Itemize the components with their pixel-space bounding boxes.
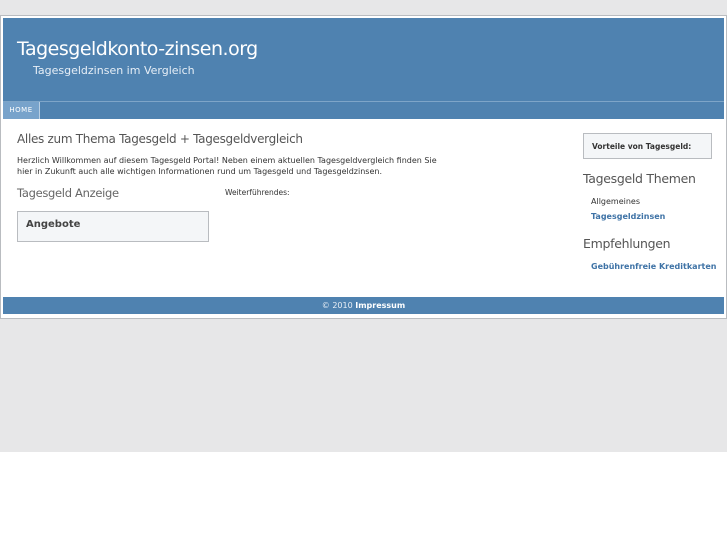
site-header: Tagesgeldkonto-zinsen.org Tagesgeldzinse… <box>3 18 724 101</box>
site-title[interactable]: Tagesgeldkonto-zinsen.org <box>17 38 258 60</box>
main-nav: HOME <box>3 101 724 119</box>
sidebar-item-tagesgeldzinsen[interactable]: Tagesgeldzinsen <box>591 212 665 221</box>
copyright-text: © 2010 <box>321 301 353 310</box>
intro-text: Herzlich Willkommen auf diesem Tagesgeld… <box>17 156 437 176</box>
further-reading-label: Weiterführendes: <box>225 188 290 197</box>
ad-section-title: Tagesgeld Anzeige <box>17 186 119 200</box>
recommendations-heading: Empfehlungen <box>583 236 671 251</box>
content-title: Alles zum Thema Tagesgeld + Tagesgeldver… <box>17 132 303 146</box>
site-subtitle: Tagesgeldzinsen im Vergleich <box>33 64 195 77</box>
topics-heading: Tagesgeld Themen <box>583 171 696 186</box>
sidebar-advantages-box: Vorteile von Tagesgeld: <box>583 133 712 159</box>
site-footer: © 2010 Impressum <box>3 297 724 314</box>
offers-label: Angebote <box>26 219 81 230</box>
nav-item-home[interactable]: HOME <box>3 102 40 119</box>
offers-box: Angebote <box>17 211 209 242</box>
impressum-link[interactable]: Impressum <box>355 301 405 310</box>
sidebar-item-kreditkarten[interactable]: Gebührenfreie Kreditkarten <box>591 262 716 271</box>
advantages-label: Vorteile von Tagesgeld: <box>592 142 692 151</box>
site-frame: Tagesgeldkonto-zinsen.org Tagesgeldzinse… <box>0 15 727 319</box>
sidebar-item-allgemeines[interactable]: Allgemeines <box>591 197 640 206</box>
